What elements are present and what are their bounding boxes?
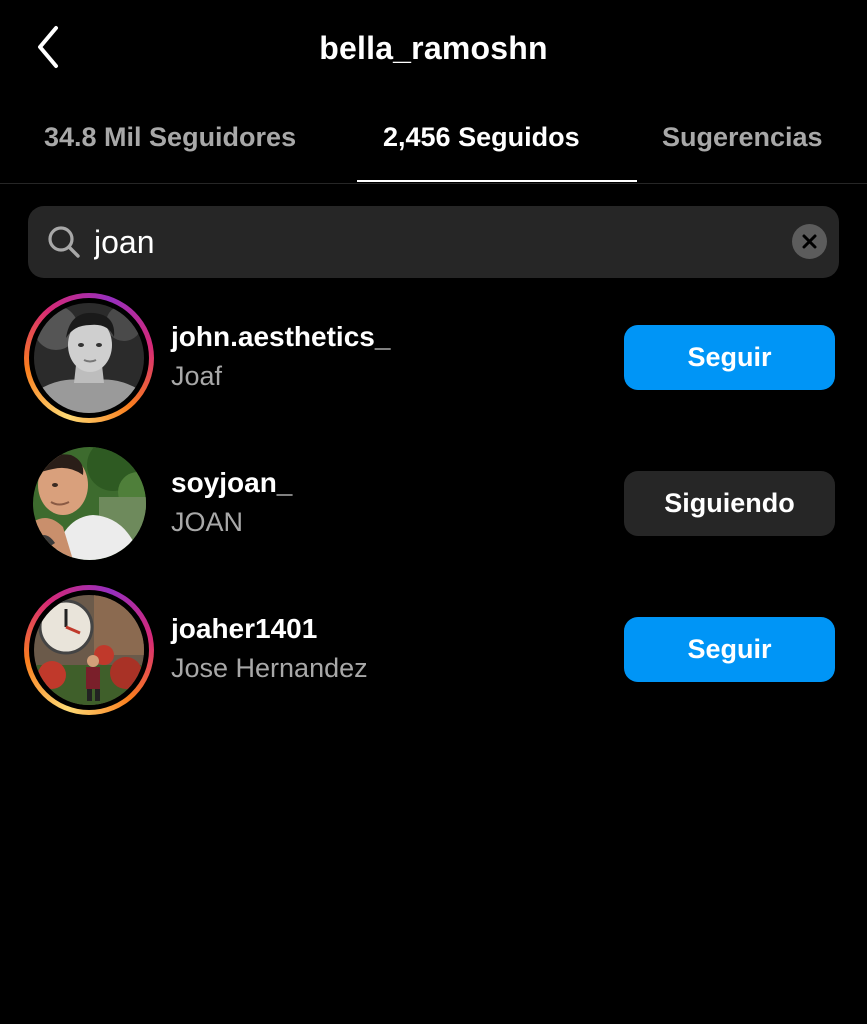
follow-button[interactable]: Seguir bbox=[624, 617, 835, 682]
active-tab-indicator bbox=[357, 180, 637, 182]
clear-icon bbox=[802, 234, 817, 249]
list-item[interactable]: soyjoan_ JOAN Siguiendo bbox=[0, 431, 867, 577]
search-icon bbox=[48, 226, 80, 258]
following-button[interactable]: Siguiendo bbox=[624, 471, 835, 536]
full-name: JOAN bbox=[171, 507, 244, 537]
top-bar: bella_ramoshn bbox=[0, 0, 867, 100]
username[interactable]: john.aesthetics_ bbox=[171, 321, 390, 353]
tab-suggestions[interactable]: Sugerencias bbox=[662, 122, 823, 153]
follow-tabs: 34.8 Mil Seguidores 2,456 Seguidos Suger… bbox=[0, 100, 867, 184]
avatar bbox=[34, 595, 144, 705]
username[interactable]: soyjoan_ bbox=[171, 467, 292, 499]
avatar-story-ring[interactable] bbox=[24, 585, 154, 715]
list-item[interactable]: john.aesthetics_ Joaf Seguir bbox=[0, 285, 867, 431]
avatar[interactable] bbox=[33, 447, 146, 560]
full-name: Joaf bbox=[171, 361, 223, 391]
full-name: Jose Hernandez bbox=[171, 653, 368, 683]
tab-following[interactable]: 2,456 Seguidos bbox=[383, 122, 580, 153]
clear-search-button[interactable] bbox=[792, 224, 827, 259]
avatar-story-ring[interactable] bbox=[24, 293, 154, 423]
tab-followers[interactable]: 34.8 Mil Seguidores bbox=[44, 122, 296, 153]
follow-button[interactable]: Seguir bbox=[624, 325, 835, 390]
avatar bbox=[34, 303, 144, 413]
username[interactable]: joaher1401 bbox=[171, 613, 317, 645]
search-input[interactable] bbox=[94, 214, 774, 270]
profile-username-title: bella_ramoshn bbox=[319, 30, 548, 66]
list-item[interactable]: joaher1401 Jose Hernandez Seguir bbox=[0, 577, 867, 723]
